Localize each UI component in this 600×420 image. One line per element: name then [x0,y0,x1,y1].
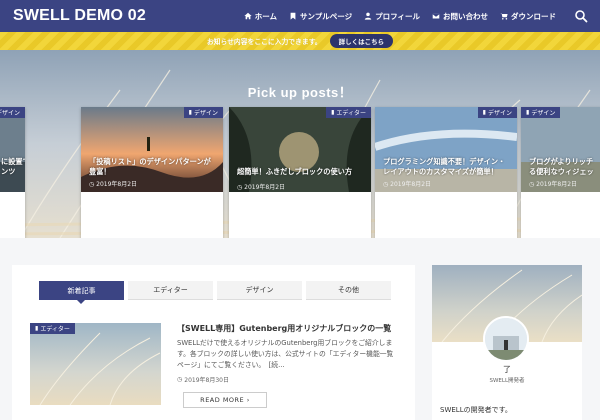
slider-dot[interactable] [319,200,323,204]
card-category-tag: ▮デザイン [521,107,561,118]
nav-label: お問い合わせ [443,11,488,21]
site-header: SWELL DEMO 02 ホーム サンプルページ プロフィール お問い合わせ … [0,0,600,32]
home-icon [244,12,252,20]
notice-bar: お知らせ内容をここに入力できます。 詳しくはこちら [0,32,600,50]
card-image [0,107,25,192]
tab-design[interactable]: デザイン [217,281,302,300]
nav-item-profile[interactable]: プロフィール [364,11,420,22]
nav-item-download[interactable]: ダウンロード [500,11,556,22]
pickup-hero: Pick up posts！ ▮デザイン に設置できる！目 ンツ ▮デザイン 「… [0,50,600,238]
slider-dot[interactable] [298,200,302,204]
card-category-tag: ▮ エディター [326,107,371,118]
nav-item-contact[interactable]: お問い合わせ [432,11,488,22]
hero-title: Pick up posts！ [247,85,353,100]
bookmark-icon [290,12,296,20]
pickup-card[interactable]: ▮ エディター 超簡単！ふきだしブロックの使い方 ◷ 2019年8月2日 [229,107,371,238]
card-category-tag: ▮デザイン [477,107,517,118]
tab-new-posts[interactable]: 新着記事 [39,281,124,304]
notice-text: お知らせ内容をここに入力できます。 [206,38,322,46]
post-date: ◷ 2019年8月30日 [177,376,229,384]
folder-icon: ▮ [526,109,530,116]
card-date: ◷ 2019年8月2日 [383,181,432,188]
pickup-card[interactable]: ▮ デザイン プログラミング知識不要！デザイン・レイアウトのカスタマイズが簡単！ … [375,107,517,238]
nav-label: ホーム [254,11,278,21]
card-image [229,107,371,192]
tab-other[interactable]: その他 [306,281,391,300]
profile-bio: SWELLの開発者です。 [440,406,512,414]
folder-icon: ▮ [331,109,335,116]
slider-dot[interactable] [284,200,288,204]
clock-icon: ◷ [177,376,183,383]
card-date: ◷ 2019年8月2日 [529,181,578,188]
pickup-card[interactable]: ▮ デザイン ブログがよりリッチ る便利なウィジェッ ◷ 2019年8月2日 [521,107,600,238]
folder-icon: ▮ [188,109,192,116]
slider-dot[interactable] [277,200,281,204]
card-title: に設置できる！目 ンツ [1,157,25,176]
profile-name: 了 [503,365,511,374]
notice-button[interactable]: 詳しくはこちら [329,34,394,48]
avatar-image [485,318,527,360]
card-title: プログラミング知識不要！デザイン・レイアウトのカスタマイズが簡単！ [383,157,506,176]
tab-editor[interactable]: エディター [128,281,213,300]
nav-item-home[interactable]: ホーム [244,11,277,22]
post-title[interactable]: 【SWELL専用】Gutenberg用オリジナルブロックの一覧 [177,323,391,334]
post-thumbnail[interactable]: ▮ エディター [30,323,161,405]
site-logo[interactable]: SWELL DEMO 02 [13,7,146,25]
pickup-card[interactable]: ▮デザイン に設置できる！目 ンツ [0,107,25,238]
card-category-tag: ▮デザイン [0,107,25,118]
nav-label: サンプルページ [300,11,353,21]
slider-dot[interactable] [305,200,309,204]
folder-icon: ▮ [35,325,39,332]
card-date: ◷ 2019年8月2日 [237,184,286,191]
global-nav: ホーム サンプルページ プロフィール お問い合わせ ダウンロード [244,0,556,32]
slider-pagination [270,200,323,204]
search-icon[interactable] [574,9,588,23]
profile-widget: 了 SWELL開発者 SWELLの開発者です。 [432,265,582,420]
post-category-tag: ▮ エディター [30,323,75,334]
nav-label: ダウンロード [511,11,556,21]
post-list-section: 新着記事 エディター デザイン その他 ▮ エディター 【SWELL専用】Gute… [12,265,415,420]
pickup-card[interactable]: ▮ デザイン 「投稿リスト」のデザインパターンが豊富！ ◷ 2019年8月2日 [81,107,223,238]
nav-item-sample-page[interactable]: サンプルページ [289,11,352,22]
card-title: 「投稿リスト」のデザインパターンが豊富！ [89,157,211,176]
folder-icon: ▮ [482,109,486,116]
read-more-button[interactable]: READ MORE › [183,392,267,408]
slider-dot-active[interactable] [312,200,316,204]
avatar [483,316,529,362]
profile-role: SWELL開発者 [489,378,525,384]
card-date: ◷ 2019年8月2日 [89,181,138,188]
card-category-tag: ▮デザイン [183,107,223,118]
card-title: ブログがよりリッチ る便利なウィジェッ [529,157,594,176]
person-icon [364,12,372,20]
mail-icon [432,13,440,20]
post-excerpt: SWELLだけで使えるオリジナルのGutenberg用ブロックをご紹介します。各… [177,339,394,369]
slider-dot[interactable] [291,200,295,204]
cart-icon [500,13,508,20]
post-tabs: 新着記事 エディター デザイン その他 [39,281,391,304]
slider-dot[interactable] [270,200,274,204]
post-thumbnail-image [30,323,161,405]
nav-label: プロフィール [375,11,420,21]
card-title: 超簡単！ふきだしブロックの使い方 [237,167,353,176]
